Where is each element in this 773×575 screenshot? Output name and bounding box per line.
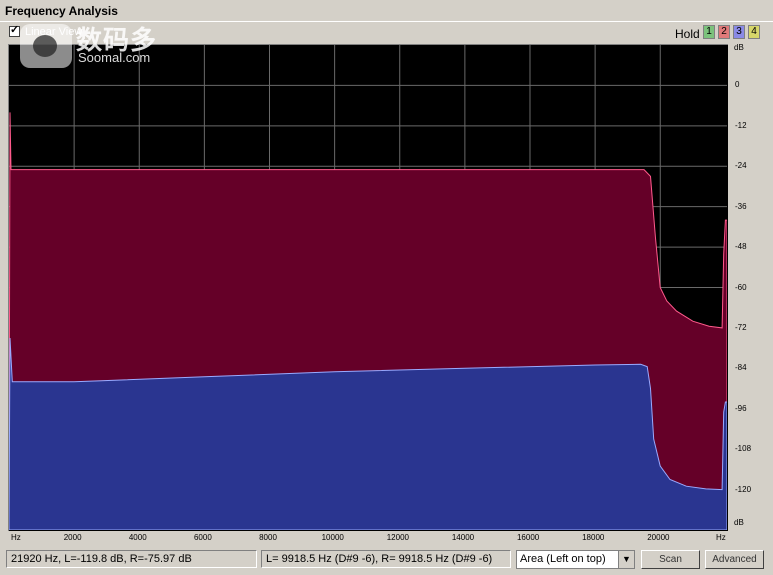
- y-tick-label: -84: [735, 363, 747, 373]
- watermark: 数码多 Soomal.com: [20, 18, 170, 70]
- hold-button-3-label: 3: [736, 26, 742, 37]
- window-title: Frequency Analysis: [5, 4, 118, 18]
- y-tick-label: -120: [735, 484, 752, 494]
- hold-button-2-label: 2: [721, 26, 727, 37]
- chevron-down-icon[interactable]: ▼: [618, 551, 634, 568]
- y-axis-unit-top: dB: [734, 43, 744, 52]
- x-tick-label: 4000: [128, 533, 147, 542]
- hold-button-2[interactable]: 2: [718, 25, 730, 39]
- y-tick-label: -48: [735, 242, 747, 252]
- hold-button-1[interactable]: 1: [703, 25, 715, 39]
- x-tick-label: 2000: [63, 533, 82, 542]
- scan-button[interactable]: Scan: [641, 550, 700, 569]
- y-tick-label: -12: [735, 120, 747, 130]
- y-tick-label: -24: [735, 161, 747, 171]
- checkmark-icon: ✓: [10, 24, 20, 36]
- x-tick-label: 16000: [516, 533, 540, 542]
- spectrum-plot[interactable]: [8, 44, 728, 531]
- watermark-logo-icon: [20, 24, 72, 68]
- peak-readout: L= 9918.5 Hz (D#9 -6), R= 9918.5 Hz (D#9…: [261, 550, 511, 568]
- x-axis-unit-left: Hz: [11, 533, 21, 542]
- x-tick-label: 8000: [259, 533, 277, 542]
- y-tick-label: -60: [735, 282, 747, 292]
- hold-button-4-label: 4: [751, 26, 757, 37]
- y-tick-label: -72: [735, 322, 747, 332]
- hold-label: Hold: [675, 27, 700, 41]
- x-axis-unit-right: Hz: [716, 533, 726, 542]
- watermark-text-en: Soomal.com: [78, 50, 151, 65]
- cursor-readout: 21920 Hz, L=-119.8 dB, R=-75.97 dB: [6, 550, 257, 568]
- hold-button-1-label: 1: [706, 26, 712, 37]
- x-tick-label: 6000: [193, 533, 212, 542]
- y-tick-label: 0: [735, 80, 740, 90]
- view-mode-value: Area (Left on top): [520, 553, 606, 565]
- x-tick-label: 20000: [647, 533, 670, 542]
- y-tick-label: -36: [735, 201, 747, 211]
- hold-button-3[interactable]: 3: [733, 25, 745, 39]
- hold-button-4[interactable]: 4: [748, 25, 760, 39]
- advanced-button[interactable]: Advanced: [705, 550, 764, 569]
- y-axis-unit-bottom: dB: [734, 518, 744, 527]
- linear-view-checkbox[interactable]: ✓: [9, 24, 20, 37]
- x-tick-label: 10000: [321, 533, 344, 542]
- x-tick-label: 14000: [451, 533, 475, 542]
- y-tick-label: -96: [735, 403, 747, 413]
- spectrum-chart: [9, 45, 727, 530]
- view-mode-select[interactable]: Area (Left on top) ▼: [516, 550, 635, 569]
- x-tick-label: 18000: [582, 533, 605, 542]
- frequency-analysis-window: Frequency Analysis ✓ Linear View Hold 1 …: [0, 0, 773, 575]
- x-tick-label: 12000: [386, 533, 409, 542]
- status-bar: 21920 Hz, L=-119.8 dB, R=-75.97 dB L= 99…: [0, 546, 773, 575]
- y-tick-label: -108: [735, 444, 752, 454]
